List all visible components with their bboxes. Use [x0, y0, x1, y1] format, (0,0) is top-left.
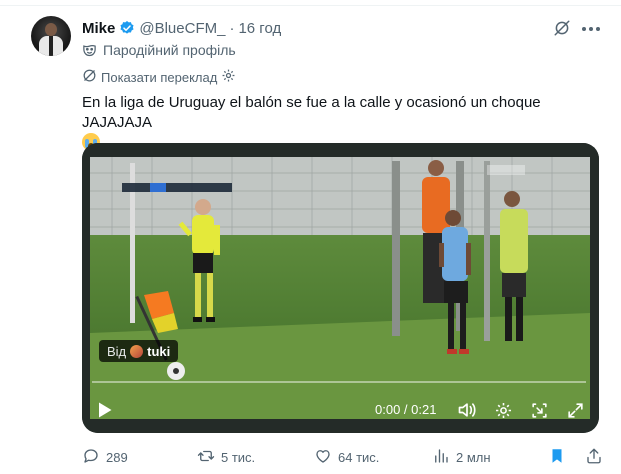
- reply-count: 289: [106, 449, 128, 465]
- views-count: 2 млн: [456, 449, 491, 465]
- translate-link[interactable]: Показати переклад: [101, 70, 217, 85]
- video-progress-bar[interactable]: [92, 381, 586, 383]
- source-badge[interactable]: Від tuki: [99, 340, 179, 362]
- author-handle[interactable]: @BlueCFM_: [139, 20, 225, 37]
- fullscreen-icon[interactable]: [564, 399, 586, 421]
- like-count: 64 тис.: [338, 449, 380, 465]
- mask-icon: [82, 43, 97, 58]
- action-bar: 289 5 тис. 64 тис. 2 млн: [82, 446, 602, 468]
- bookmark-icon: [548, 447, 566, 468]
- views-button[interactable]: 2 млн: [432, 446, 491, 468]
- heart-icon: [314, 447, 332, 468]
- repost-icon: [197, 447, 215, 468]
- video-player[interactable]: [82, 143, 599, 433]
- translate-row[interactable]: Показати переклад: [82, 68, 236, 86]
- parody-label: Пародійний профіль: [103, 42, 236, 58]
- more-icon[interactable]: [582, 20, 600, 38]
- source-avatar: [130, 344, 144, 358]
- share-button[interactable]: [585, 446, 603, 468]
- volume-icon[interactable]: [456, 399, 478, 421]
- parody-label-row: Пародійний профіль: [82, 42, 236, 58]
- share-icon: [585, 447, 603, 468]
- like-button[interactable]: 64 тис.: [314, 446, 379, 468]
- video-frame: [82, 143, 599, 433]
- views-icon: [432, 447, 450, 468]
- separator-dot: ·: [229, 19, 235, 37]
- reply-button[interactable]: 289: [82, 446, 128, 468]
- tweet-text: En la liga de Uruguay el balón se fue a …: [82, 94, 541, 131]
- gear-icon[interactable]: [492, 399, 514, 421]
- translate-icon: [82, 68, 97, 86]
- author-name[interactable]: Mike: [82, 20, 115, 37]
- repost-button[interactable]: 5 тис.: [197, 446, 255, 468]
- avatar[interactable]: [31, 16, 71, 56]
- timestamp[interactable]: 16 год: [238, 20, 281, 37]
- tweet-header: Mike @BlueCFM_ · 16 год: [82, 18, 281, 38]
- gear-icon[interactable]: [221, 68, 236, 86]
- dock-icon[interactable]: [528, 399, 550, 421]
- bookmark-button[interactable]: [548, 446, 566, 468]
- source-name[interactable]: tuki: [147, 344, 170, 359]
- reply-icon: [82, 447, 100, 468]
- verified-badge-icon: [119, 20, 135, 36]
- grok-icon[interactable]: [553, 19, 571, 37]
- repost-count: 5 тис.: [221, 449, 256, 465]
- video-timecode: 0:00 / 0:21: [375, 402, 437, 417]
- play-icon[interactable]: [94, 399, 116, 421]
- source-prefix: Від: [107, 343, 127, 359]
- top-divider: [0, 0, 621, 6]
